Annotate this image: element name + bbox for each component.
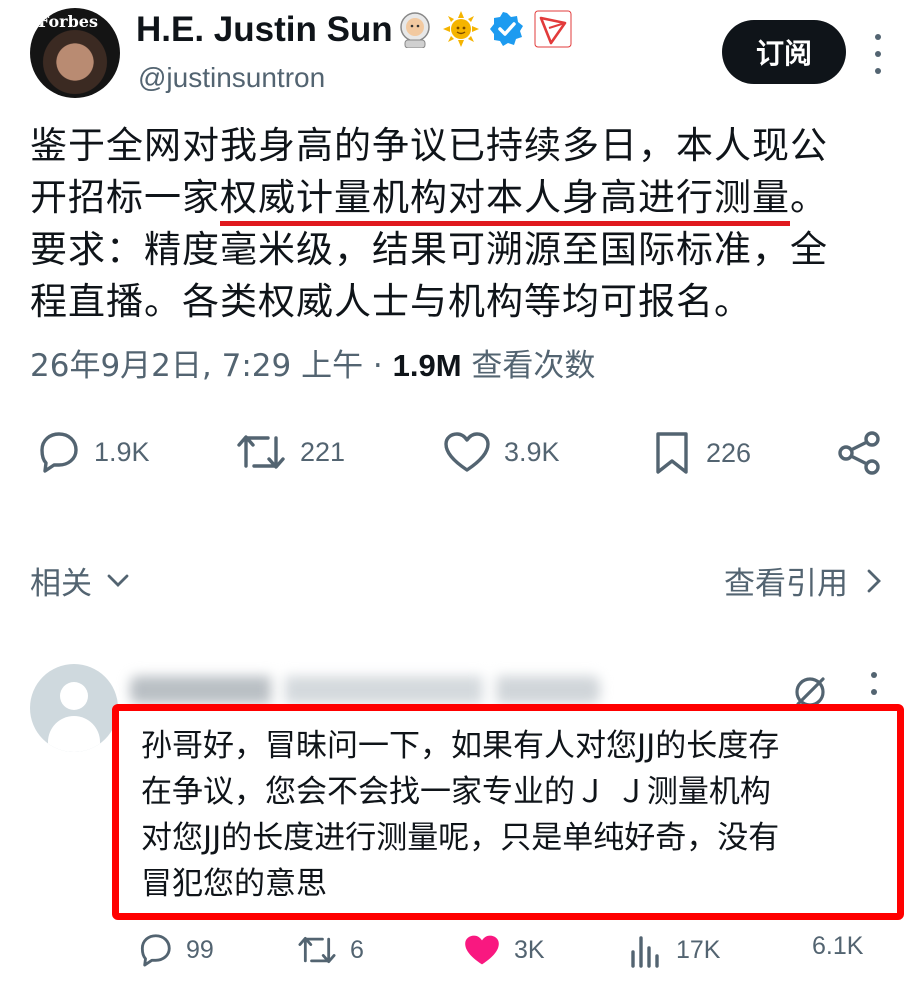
related-label: 相关 — [30, 566, 92, 602]
verified-badge-icon — [490, 12, 523, 46]
bookmark-count: 226 — [706, 437, 752, 468]
heart-filled-icon — [465, 935, 499, 965]
like-action[interactable]: 3.9K — [442, 430, 560, 474]
reply-line-1: 孙哥好，冒昧问一下，如果有人对您JJ的长度存 — [141, 728, 780, 764]
tweet-line-2: 开招标一家权威计量机构对本人身高进行测量。 — [30, 172, 890, 226]
repost-count: 221 — [300, 436, 346, 467]
avatar-forbes-text: Forbes — [38, 12, 98, 31]
reply-avatar[interactable] — [30, 664, 118, 752]
tweet-line-3: 要求：精度毫米级，结果可溯源至国际标准，全 — [30, 228, 828, 271]
heart-icon — [444, 432, 490, 472]
views-label: 查看次数 — [461, 348, 596, 384]
reply-views-action[interactable]: 17K — [628, 932, 720, 968]
reply-actions: 99 6 3K 17K 6.1K — [136, 932, 896, 972]
tweet-line-4: 程直播。各类权威人士与机构等均可报名。 — [30, 280, 752, 323]
chevron-right-icon — [867, 569, 881, 592]
tweet-line-2-pre: 开招标一家 — [30, 176, 220, 219]
subscribe-button[interactable]: 订阅 — [722, 20, 846, 84]
reply-views-count: 17K — [676, 935, 721, 964]
tweet-meta: 26年9月2日, 7:29 上午 · 1.9M 查看次数 — [30, 340, 595, 385]
reply-share-partial: 6.1K — [812, 932, 864, 960]
tweet-actions: 1.9K 221 3.9K 226 — [30, 430, 890, 480]
reply-highlight-box: 孙哥好，冒昧问一下，如果有人对您JJ的长度存 在争议，您会不会找一家专业的Ｊ Ｊ… — [112, 704, 904, 920]
reply-action[interactable]: 1.9K — [34, 430, 150, 474]
repost-icon — [237, 435, 285, 469]
author-badges — [396, 10, 572, 48]
reply-icon — [40, 432, 78, 473]
author-avatar[interactable]: Forbes — [30, 8, 120, 98]
sun-emoji-icon — [443, 11, 479, 47]
tweet-detail-page: Forbes H.E. Justin Sun @justinsuntron 订阅… — [0, 0, 912, 988]
tweet-line-2-post: 。 — [790, 176, 828, 219]
reply-line-4: 冒犯您的意思 — [141, 866, 327, 902]
bookmark-icon — [656, 432, 688, 474]
share-action[interactable] — [836, 430, 884, 476]
reply-repost-action[interactable]: 6 — [296, 932, 364, 968]
reply-text: 孙哥好，冒昧问一下，如果有人对您JJ的长度存 在争议，您会不会找一家专业的Ｊ Ｊ… — [141, 723, 875, 907]
tweet-datetime[interactable]: 26年9月2日, 7:29 上午 · — [30, 348, 393, 384]
bookmark-action[interactable]: 226 — [650, 430, 751, 476]
reply-line-3: 对您JJ的长度进行测量呢，只是单纯好奇，没有 — [141, 820, 780, 856]
tweet-text: 鉴于全网对我身高的争议已持续多日，本人现公 开招标一家权威计量机构对本人身高进行… — [30, 120, 890, 328]
reply-author-blurred — [130, 676, 600, 704]
like-count: 3.9K — [504, 436, 560, 467]
more-options-icon[interactable] — [868, 34, 888, 74]
reply-share-action[interactable]: 6.1K — [812, 932, 863, 961]
chevron-down-icon — [107, 574, 129, 587]
repost-icon — [298, 936, 336, 964]
tweet-highlight: 权威计量机构对本人身高进行测量 — [220, 176, 790, 226]
related-dropdown[interactable]: 相关 — [30, 558, 130, 603]
view-quotes-label: 查看引用 — [724, 566, 848, 602]
tron-logo-icon — [534, 10, 572, 48]
reply-repost-count: 6 — [350, 935, 364, 964]
astronaut-emoji-icon — [400, 12, 430, 48]
repost-action[interactable]: 221 — [234, 430, 345, 474]
views-chart-icon — [631, 936, 659, 968]
view-quotes-link[interactable]: 查看引用 — [724, 558, 882, 603]
reply-line-2: 在争议，您会不会找一家专业的Ｊ Ｊ测量机构 — [141, 774, 771, 810]
reply-reply-action[interactable]: 99 — [136, 932, 214, 968]
share-icon — [838, 431, 880, 475]
author-handle[interactable]: @justinsuntron — [138, 62, 325, 94]
reply-icon — [140, 934, 171, 967]
views-count: 1.9M — [392, 348, 462, 383]
reply-reply-count: 99 — [186, 935, 214, 964]
reply-like-count: 3K — [514, 935, 545, 964]
reply-count: 1.9K — [94, 436, 150, 467]
tweet-line-1: 鉴于全网对我身高的争议已持续多日，本人现公 — [30, 124, 828, 167]
author-name[interactable]: H.E. Justin Sun — [136, 10, 393, 50]
reply-like-action[interactable]: 3K — [462, 932, 545, 968]
